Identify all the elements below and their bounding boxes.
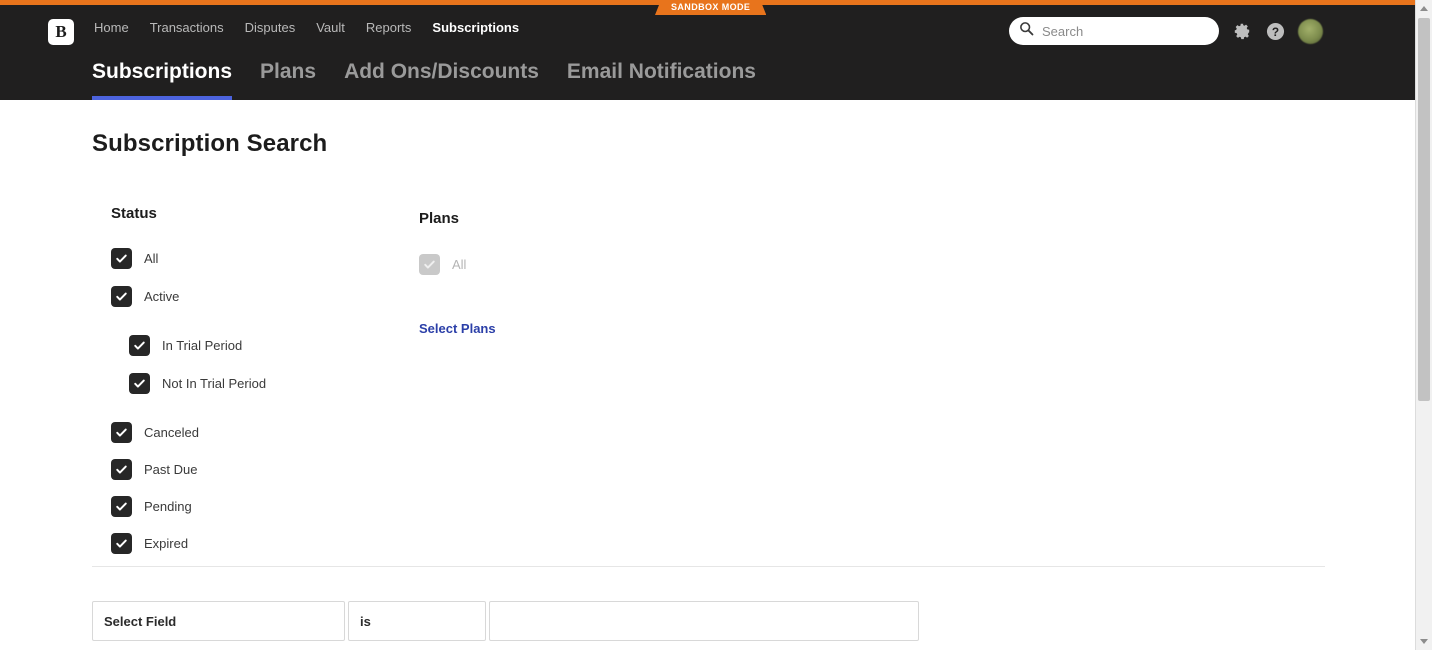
nav-item-subscriptions[interactable]: Subscriptions <box>432 5 519 51</box>
gear-icon[interactable] <box>1232 21 1252 41</box>
select-plans-link[interactable]: Select Plans <box>419 321 496 336</box>
check-icon <box>111 496 132 517</box>
app-root: SANDBOX MODE B Home Transactions Dispute… <box>0 0 1432 650</box>
checkbox-row-pending[interactable]: Pending <box>111 496 266 517</box>
check-icon <box>111 248 132 269</box>
site-header: B Home Transactions Disputes Vault Repor… <box>0 5 1415 100</box>
nav-item-transactions[interactable]: Transactions <box>150 5 224 51</box>
checkbox-row-not-in-trial-period[interactable]: Not In Trial Period <box>129 373 266 394</box>
nav-item-home[interactable]: Home <box>94 5 129 51</box>
plans-filter-group: Plans All Select Plans <box>419 210 496 338</box>
filter-value-input[interactable] <box>489 601 919 641</box>
check-icon <box>129 335 150 356</box>
checkbox-row-past-due[interactable]: Past Due <box>111 459 266 480</box>
check-icon <box>111 459 132 480</box>
checkbox-row-expired[interactable]: Expired <box>111 533 266 554</box>
plans-heading: Plans <box>419 210 460 227</box>
check-icon <box>111 533 132 554</box>
user-avatar[interactable] <box>1298 18 1323 44</box>
header-actions: ? <box>1009 17 1323 45</box>
main-content: Subscription Search Status All Active In… <box>0 100 1415 650</box>
checkbox-label: Expired <box>144 536 189 551</box>
search-input[interactable] <box>1042 23 1209 39</box>
checkbox-label: Canceled <box>144 425 199 440</box>
primary-nav-links: Home Transactions Disputes Vault Reports… <box>94 5 519 51</box>
checkbox-label: In Trial Period <box>162 338 243 353</box>
check-icon <box>129 373 150 394</box>
nav-item-vault[interactable]: Vault <box>316 5 345 51</box>
braintree-logo[interactable]: B <box>48 19 74 45</box>
section-divider <box>92 566 1325 567</box>
svg-text:?: ? <box>1271 24 1278 38</box>
checkbox-label: All <box>452 257 467 272</box>
sandbox-mode-banner: SANDBOX MODE <box>655 0 766 15</box>
secondary-navigation: Subscriptions Plans Add Ons/Discounts Em… <box>0 51 1415 100</box>
tab-plans[interactable]: Plans <box>260 51 316 100</box>
help-circle-icon[interactable]: ? <box>1265 21 1285 41</box>
checkbox-label: Not In Trial Period <box>162 376 267 391</box>
checkbox-label: Active <box>144 289 180 304</box>
tab-subscriptions[interactable]: Subscriptions <box>92 51 233 100</box>
advanced-filter-row: Select Field is <box>92 601 919 641</box>
nav-item-reports[interactable]: Reports <box>366 5 412 51</box>
checkbox-label: Past Due <box>144 462 198 477</box>
scroll-down-arrow-icon[interactable] <box>1416 633 1432 650</box>
checkbox-row-all[interactable]: All <box>111 248 266 269</box>
tab-email-notifications[interactable]: Email Notifications <box>567 51 756 100</box>
nav-item-disputes[interactable]: Disputes <box>245 5 296 51</box>
section-tabs: Subscriptions Plans Add Ons/Discounts Em… <box>92 51 756 100</box>
check-icon <box>419 254 440 275</box>
status-heading: Status <box>111 205 157 222</box>
status-filter-group: Status All Active In Trial Period Not In… <box>111 205 266 570</box>
search-icon <box>1019 21 1034 41</box>
check-icon <box>111 286 132 307</box>
scroll-up-arrow-icon[interactable] <box>1416 0 1432 17</box>
vertical-scrollbar[interactable] <box>1415 0 1432 650</box>
checkbox-label: All <box>144 251 159 266</box>
checkbox-row-in-trial-period[interactable]: In Trial Period <box>129 335 266 356</box>
operator-dropdown[interactable]: is <box>348 601 486 641</box>
page-title: Subscription Search <box>92 130 328 157</box>
scrollbar-thumb[interactable] <box>1418 18 1430 401</box>
tab-add-ons-discounts[interactable]: Add Ons/Discounts <box>344 51 539 100</box>
select-field-dropdown[interactable]: Select Field <box>92 601 345 641</box>
checkbox-row-canceled[interactable]: Canceled <box>111 422 266 443</box>
checkbox-row-active[interactable]: Active <box>111 286 266 307</box>
checkbox-row-plans-all: All <box>419 254 496 275</box>
checkbox-label: Pending <box>144 499 192 514</box>
global-search[interactable] <box>1009 17 1219 45</box>
check-icon <box>111 422 132 443</box>
page-viewport: SANDBOX MODE B Home Transactions Dispute… <box>0 0 1415 650</box>
